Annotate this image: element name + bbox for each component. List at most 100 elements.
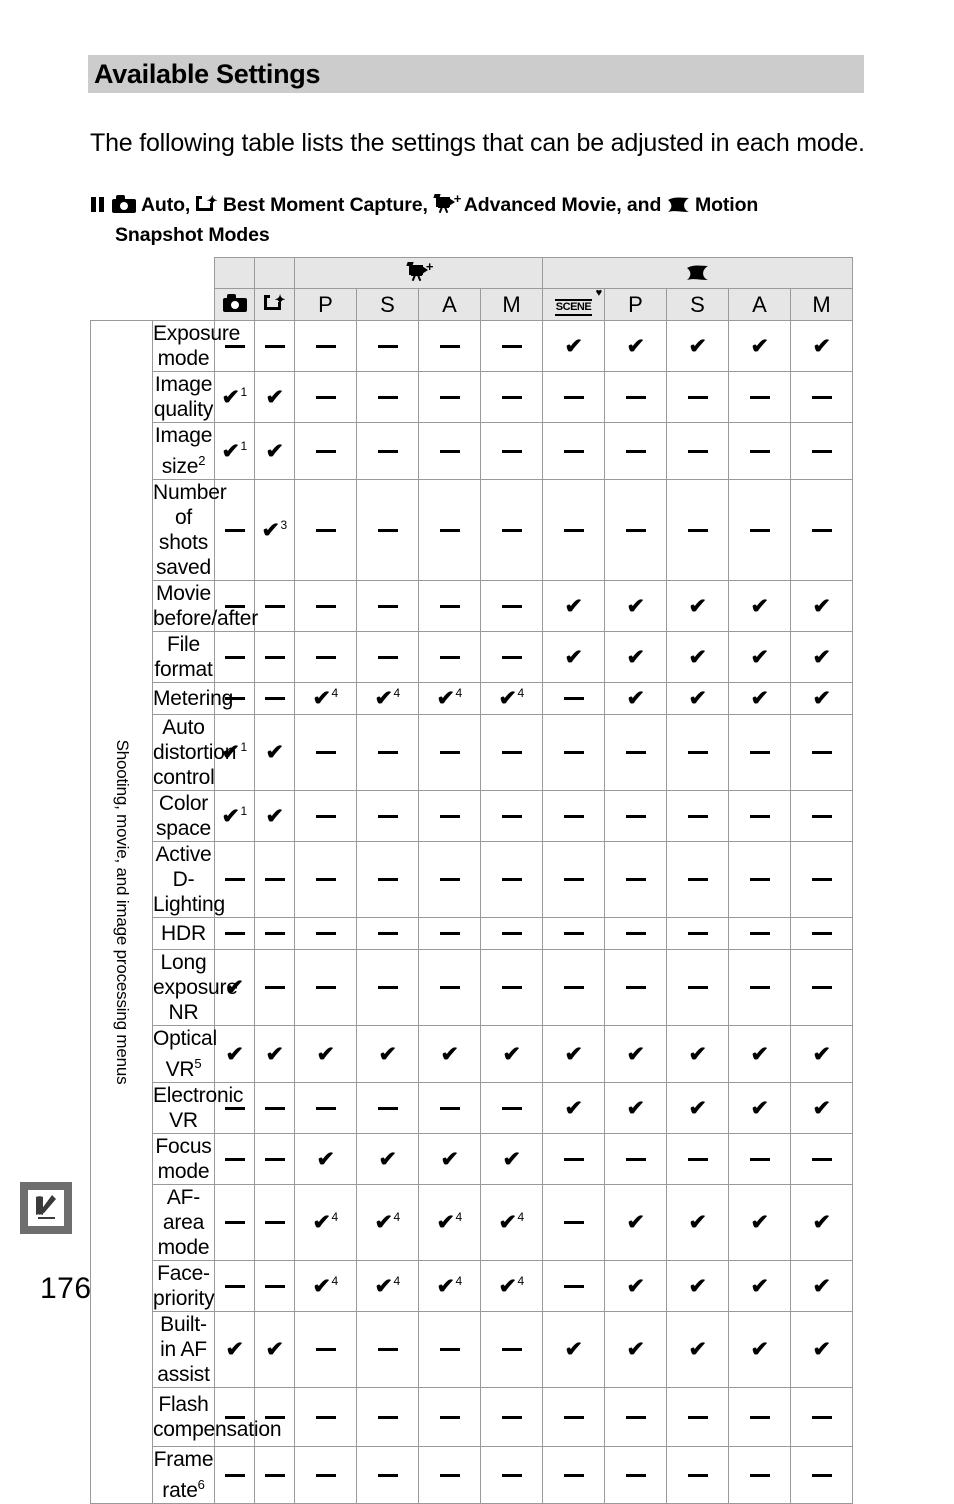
cell-mv_S [356, 714, 419, 791]
check-icon: ✔ [265, 1338, 284, 1361]
table-row: Built-in AF assist ✔ ✔ ✔ ✔ ✔ ✔ ✔ [91, 1311, 853, 1388]
dash-icon [264, 932, 285, 936]
cell-footnote: 1 [240, 740, 248, 755]
dash-icon [811, 1157, 832, 1161]
row-label-text: Color space [155, 792, 212, 840]
scene-heart-icon: SCENE ♥ [553, 288, 602, 316]
cell-mv_M [480, 1082, 543, 1134]
row-label-text: Optical VR [153, 1027, 217, 1081]
cell-mv_P [294, 371, 357, 423]
check-icon: ✔ [688, 1211, 707, 1234]
cell-mv_M [480, 1387, 543, 1447]
dash-icon [264, 1221, 285, 1225]
check-icon: ✔ [626, 1042, 645, 1066]
cell-ms_SCENE [542, 1184, 605, 1261]
dash-icon [264, 344, 285, 348]
dash-icon [264, 878, 285, 882]
check-icon: ✔ [812, 594, 831, 618]
subheading-text-motion: Motion [694, 194, 759, 216]
cell-ms_SCENE [542, 917, 605, 950]
cell-ms_A: ✔ [728, 1025, 791, 1083]
cell-mv_S [356, 1311, 419, 1388]
dash-icon [563, 1473, 584, 1477]
cell-mv_P [294, 790, 357, 842]
dash-icon [439, 344, 460, 348]
dash-icon [315, 344, 336, 348]
dash-icon [439, 878, 460, 882]
cell-bmc: ✔ [254, 422, 295, 480]
dash-icon [811, 1473, 832, 1477]
table-row: AF-area mode ✔4 ✔4 ✔4 ✔4 ✔ ✔ ✔ ✔ [91, 1184, 853, 1261]
check-icon: ✔ [564, 1042, 583, 1066]
cell-mv_M [480, 1311, 543, 1388]
check-icon: ✔ [221, 741, 240, 764]
dash-icon [687, 1157, 708, 1161]
table-row: Image size2 ✔1 ✔ [91, 422, 853, 480]
dash-icon [687, 528, 708, 532]
table-row: Metering ✔4 ✔4 ✔4 ✔4 ✔ ✔ ✔ ✔ [91, 682, 853, 715]
cell-mv_A: ✔4 [418, 1184, 481, 1261]
check-icon: ✔ [440, 1147, 459, 1171]
cell-mv_A [418, 949, 481, 1026]
dash-icon [563, 1284, 584, 1288]
dash-icon [315, 986, 336, 990]
check-icon: ✔ [374, 1211, 393, 1234]
cell-footnote: 1 [240, 438, 248, 453]
dash-icon [315, 655, 336, 659]
cell-ms_A: ✔ [728, 1082, 791, 1134]
cell-ms_SCENE [542, 422, 605, 480]
dash-icon [264, 604, 285, 608]
column-header-motion-m: M [790, 288, 853, 321]
check-icon: ✔ [436, 1274, 455, 1298]
dash-icon [439, 932, 460, 936]
dash-icon [315, 395, 336, 399]
cell-ms_S [666, 714, 729, 791]
check-icon: ✔ [812, 1274, 831, 1298]
dash-icon [439, 1415, 460, 1419]
column-header-motion-s: S [666, 288, 729, 321]
check-icon: ✔ [564, 334, 583, 358]
check-icon: ✔ [812, 1338, 831, 1361]
row-label-text: File format [154, 633, 213, 681]
subheading-text-movie: Advanced Movie, and [463, 194, 662, 216]
check-icon: ✔ [626, 1338, 645, 1361]
row-label-cell: Optical VR5 [152, 1025, 217, 1083]
dash-icon [315, 878, 336, 882]
cell-mv_A [418, 371, 481, 423]
cell-mv_M: ✔ [480, 1133, 543, 1185]
cell-ms_A: ✔ [728, 1184, 791, 1261]
cell-ms_S [666, 1387, 729, 1447]
cell-mv_S [356, 631, 419, 683]
cell-ms_M [790, 790, 853, 842]
cell-ms_M [790, 1446, 853, 1504]
cell-ms_P [604, 949, 667, 1026]
cell-ms_S: ✔ [666, 1025, 729, 1083]
cell-mv_S [356, 949, 419, 1026]
subheading-text-snapshot-modes: Snapshot Modes [115, 224, 270, 246]
cell-ms_A [728, 479, 791, 581]
cell-mv_P [294, 422, 357, 480]
dash-icon [264, 986, 285, 990]
cell-mv_M [480, 841, 543, 918]
cell-mv_S [356, 841, 419, 918]
cell-bmc: ✔ [254, 1025, 295, 1083]
cell-mv_P [294, 1387, 357, 1447]
cell-mv_S [356, 371, 419, 423]
group-header-bmc [254, 257, 295, 289]
row-label-header-spacer [152, 257, 215, 321]
dash-icon [749, 932, 770, 936]
dash-icon [625, 986, 646, 990]
column-header-motion-a: A [728, 288, 791, 321]
dash-icon [501, 1473, 522, 1477]
dash-icon [315, 1415, 336, 1419]
dash-icon [811, 986, 832, 990]
row-label-cell: HDR [152, 917, 215, 950]
dash-icon [501, 1106, 522, 1110]
check-icon: ✔ [225, 976, 244, 999]
check-icon: ✔ [812, 1096, 831, 1120]
cell-mv_P [294, 841, 357, 918]
cell-mv_M: ✔4 [480, 1184, 543, 1261]
dash-icon [264, 1106, 285, 1110]
dash-icon [625, 751, 646, 755]
column-header-scene: SCENE ♥ [542, 288, 605, 321]
